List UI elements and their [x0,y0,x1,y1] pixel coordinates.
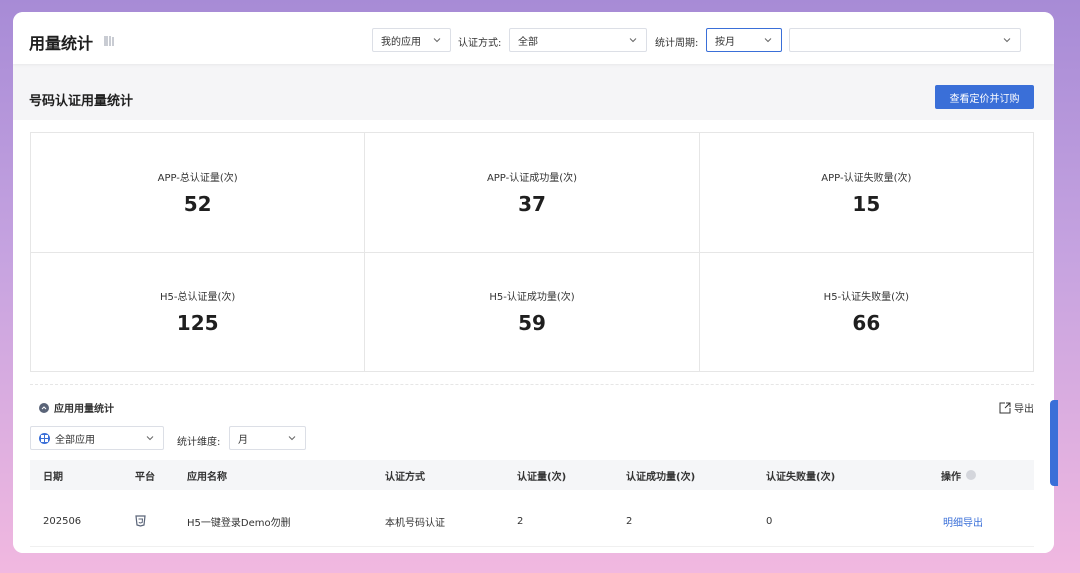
row-divider [30,546,1034,547]
export-icon [999,402,1011,413]
stat-h5-fail: H5-认证失败量(次) 66 [699,252,1034,372]
date-range-select[interactable] [789,28,1021,52]
cell-app-name: H5一键登录Demo勿删 [187,517,291,529]
stat-label: H5-认证成功量(次) [489,292,575,304]
page-title: 用量统计 [29,34,94,53]
top-bar: 用量统计 我的应用 认证方式: 全部 统计周期: 按月 [13,12,1054,64]
content-panel: APP-总认证量(次) 52 APP-认证成功量(次) 37 APP-认证失败量… [13,120,1054,553]
stat-value: 59 [518,311,546,336]
col-auth-method: 认证方式 [385,471,425,483]
cell-fail: 0 [766,515,773,527]
auth-method-label: 认证方式: [458,38,502,49]
cell-success: 2 [626,515,633,527]
stat-label: H5-总认证量(次) [160,292,236,304]
view-pricing-button[interactable]: 查看定价并订购 [935,85,1034,109]
stat-h5-total: H5-总认证量(次) 125 [31,252,366,372]
col-platform: 平台 [135,471,155,483]
section-divider [30,384,1034,385]
app-filter-value: 全部应用 [55,434,95,446]
stat-value: 66 [852,311,881,336]
side-float-tab[interactable] [1050,400,1058,486]
auth-method-select[interactable]: 全部 [509,28,647,52]
app-select[interactable]: 我的应用 [372,28,451,52]
chevron-down-icon [433,38,441,43]
col-fail: 认证失败量(次) [766,471,836,483]
col-action: 操作 [941,460,976,490]
export-label: 导出 [1014,404,1034,415]
stat-value: 125 [176,311,219,336]
stat-app-success: APP-认证成功量(次) 37 [365,133,700,253]
usage-section-toggle[interactable]: 应用用量统计 [39,400,114,415]
cell-date: 202506 [43,515,82,527]
period-select[interactable]: 按月 [706,28,782,52]
stats-grid: APP-总认证量(次) 52 APP-认证成功量(次) 37 APP-认证失败量… [30,132,1034,372]
usage-section-title: 应用用量统计 [54,404,114,415]
chevron-down-icon [764,38,772,43]
col-success: 认证成功量(次) [626,471,696,483]
chevron-down-icon [629,38,637,43]
dimension-value: 月 [238,434,248,446]
stat-value: 15 [852,191,881,216]
cell-total: 2 [517,515,524,527]
app-window: 用量统计 我的应用 认证方式: 全部 统计周期: 按月 号码认证用量统计 查看定… [13,12,1054,553]
col-total: 认证量(次) [517,471,567,483]
stat-app-total: APP-总认证量(次) 52 [31,133,366,253]
chevron-down-icon [146,436,154,441]
detail-export-link[interactable]: 明细导出 [943,506,983,536]
col-date: 日期 [43,471,63,483]
section-title: 号码认证用量统计 [29,94,134,109]
chevron-down-icon [288,436,296,441]
collapse-icon [39,402,49,413]
stat-label: APP-总认证量(次) [157,172,238,184]
stat-h5-success: H5-认证成功量(次) 59 [365,252,700,372]
info-icon[interactable] [966,470,976,480]
dimension-select[interactable]: 月 [229,426,306,450]
export-button[interactable]: 导出 [999,400,1034,415]
app-select-value: 我的应用 [381,36,421,48]
dimension-label: 统计维度: [177,437,221,448]
stat-label: APP-认证失败量(次) [821,172,912,184]
cell-auth-method: 本机号码认证 [385,517,445,529]
stat-label: H5-认证失败量(次) [823,292,909,304]
col-app-name: 应用名称 [187,471,227,483]
chevron-down-icon [1003,38,1011,43]
stat-label: APP-认证成功量(次) [486,172,578,184]
period-value: 按月 [715,36,735,48]
apps-icon [39,432,50,444]
auth-method-value: 全部 [518,36,538,48]
table-header: 日期 平台 应用名称 认证方式 认证量(次) 认证成功量(次) 认证失败量(次)… [30,460,1034,490]
document-icon[interactable] [103,35,115,47]
period-label: 统计周期: [655,38,699,49]
app-filter-select[interactable]: 全部应用 [30,426,164,450]
table-row: 202506 H5一键登录Demo勿删 本机号码认证 2 2 0 明细导出 [30,506,1034,536]
col-action-label: 操作 [941,471,961,483]
stat-value: 37 [518,191,546,216]
stat-value: 52 [183,191,212,216]
stat-app-fail: APP-认证失败量(次) 15 [699,133,1034,253]
h5-platform-icon [135,506,146,536]
